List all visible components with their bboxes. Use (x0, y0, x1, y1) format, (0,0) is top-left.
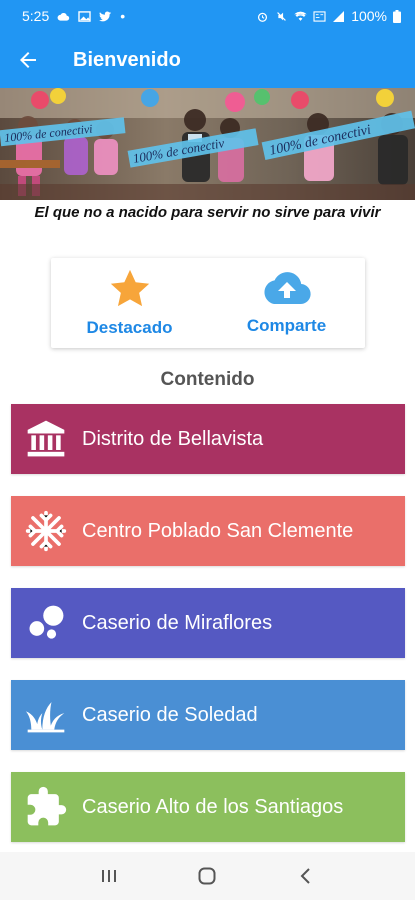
home-button[interactable] (187, 856, 227, 896)
share-button[interactable]: Comparte (208, 258, 365, 348)
recents-button[interactable] (89, 856, 129, 896)
puzzle-icon (11, 772, 81, 842)
featured-label: Destacado (86, 318, 173, 337)
menu-item-san-clemente[interactable]: Centro Poblado San Clemente (11, 496, 405, 566)
signal-icon (333, 10, 345, 22)
app-bar: Bienvenido (0, 32, 415, 88)
action-card: Destacado Comparte (51, 258, 365, 348)
menu-item-bellavista[interactable]: Distrito de Bellavista (11, 404, 405, 474)
bank-icon (11, 404, 81, 474)
section-title: Contenido (160, 369, 255, 390)
back-button[interactable] (0, 32, 56, 88)
battery-icon (393, 9, 401, 23)
menu-label: Caserio de Soledad (82, 703, 258, 726)
status-left: 5:25 • (22, 8, 125, 24)
status-bar: 5:25 • 100% (0, 0, 415, 32)
home-icon (198, 867, 216, 885)
system-back-button[interactable] (286, 856, 326, 896)
status-time: 5:25 (22, 8, 50, 24)
alarm-icon (258, 12, 268, 22)
battery-text: 100% (351, 8, 387, 24)
mute-icon (277, 11, 287, 21)
cloud-icon (57, 12, 70, 21)
wifi-icon (294, 11, 307, 21)
share-label: Comparte (246, 316, 327, 335)
system-nav-bar (0, 852, 415, 900)
cloud-upload-icon (263, 272, 311, 305)
image-icon (78, 10, 91, 22)
menu-label: Distrito de Bellavista (82, 427, 264, 450)
menu-label: Caserio Alto de los Santiagos (82, 795, 344, 818)
snowflake-icon (11, 496, 81, 566)
status-right: 100% (256, 8, 401, 24)
status-dot: • (120, 8, 126, 24)
page-title: Bienvenido (73, 48, 181, 71)
motto-text: El que no a nacido para servir no sirve … (34, 204, 381, 221)
grass-icon (11, 680, 81, 750)
bubbles-icon (11, 588, 81, 658)
banner-image: 100% de conectivi 100% de conectiv 100% … (0, 88, 415, 200)
menu-item-soledad[interactable]: Caserio de Soledad (11, 680, 405, 750)
twitter-icon (99, 11, 112, 21)
volte-icon (313, 10, 326, 22)
menu-item-alto-santiagos[interactable]: Caserio Alto de los Santiagos (11, 772, 405, 842)
menu-item-miraflores[interactable]: Caserio de Miraflores (11, 588, 405, 658)
menu-label: Centro Poblado San Clemente (82, 519, 354, 542)
arrow-left-icon (20, 52, 36, 68)
back-chevron-icon (300, 868, 310, 884)
star-icon (110, 269, 149, 307)
menu-label: Caserio de Miraflores (82, 611, 273, 634)
featured-button[interactable]: Destacado (51, 258, 208, 348)
recents-icon (102, 870, 117, 882)
